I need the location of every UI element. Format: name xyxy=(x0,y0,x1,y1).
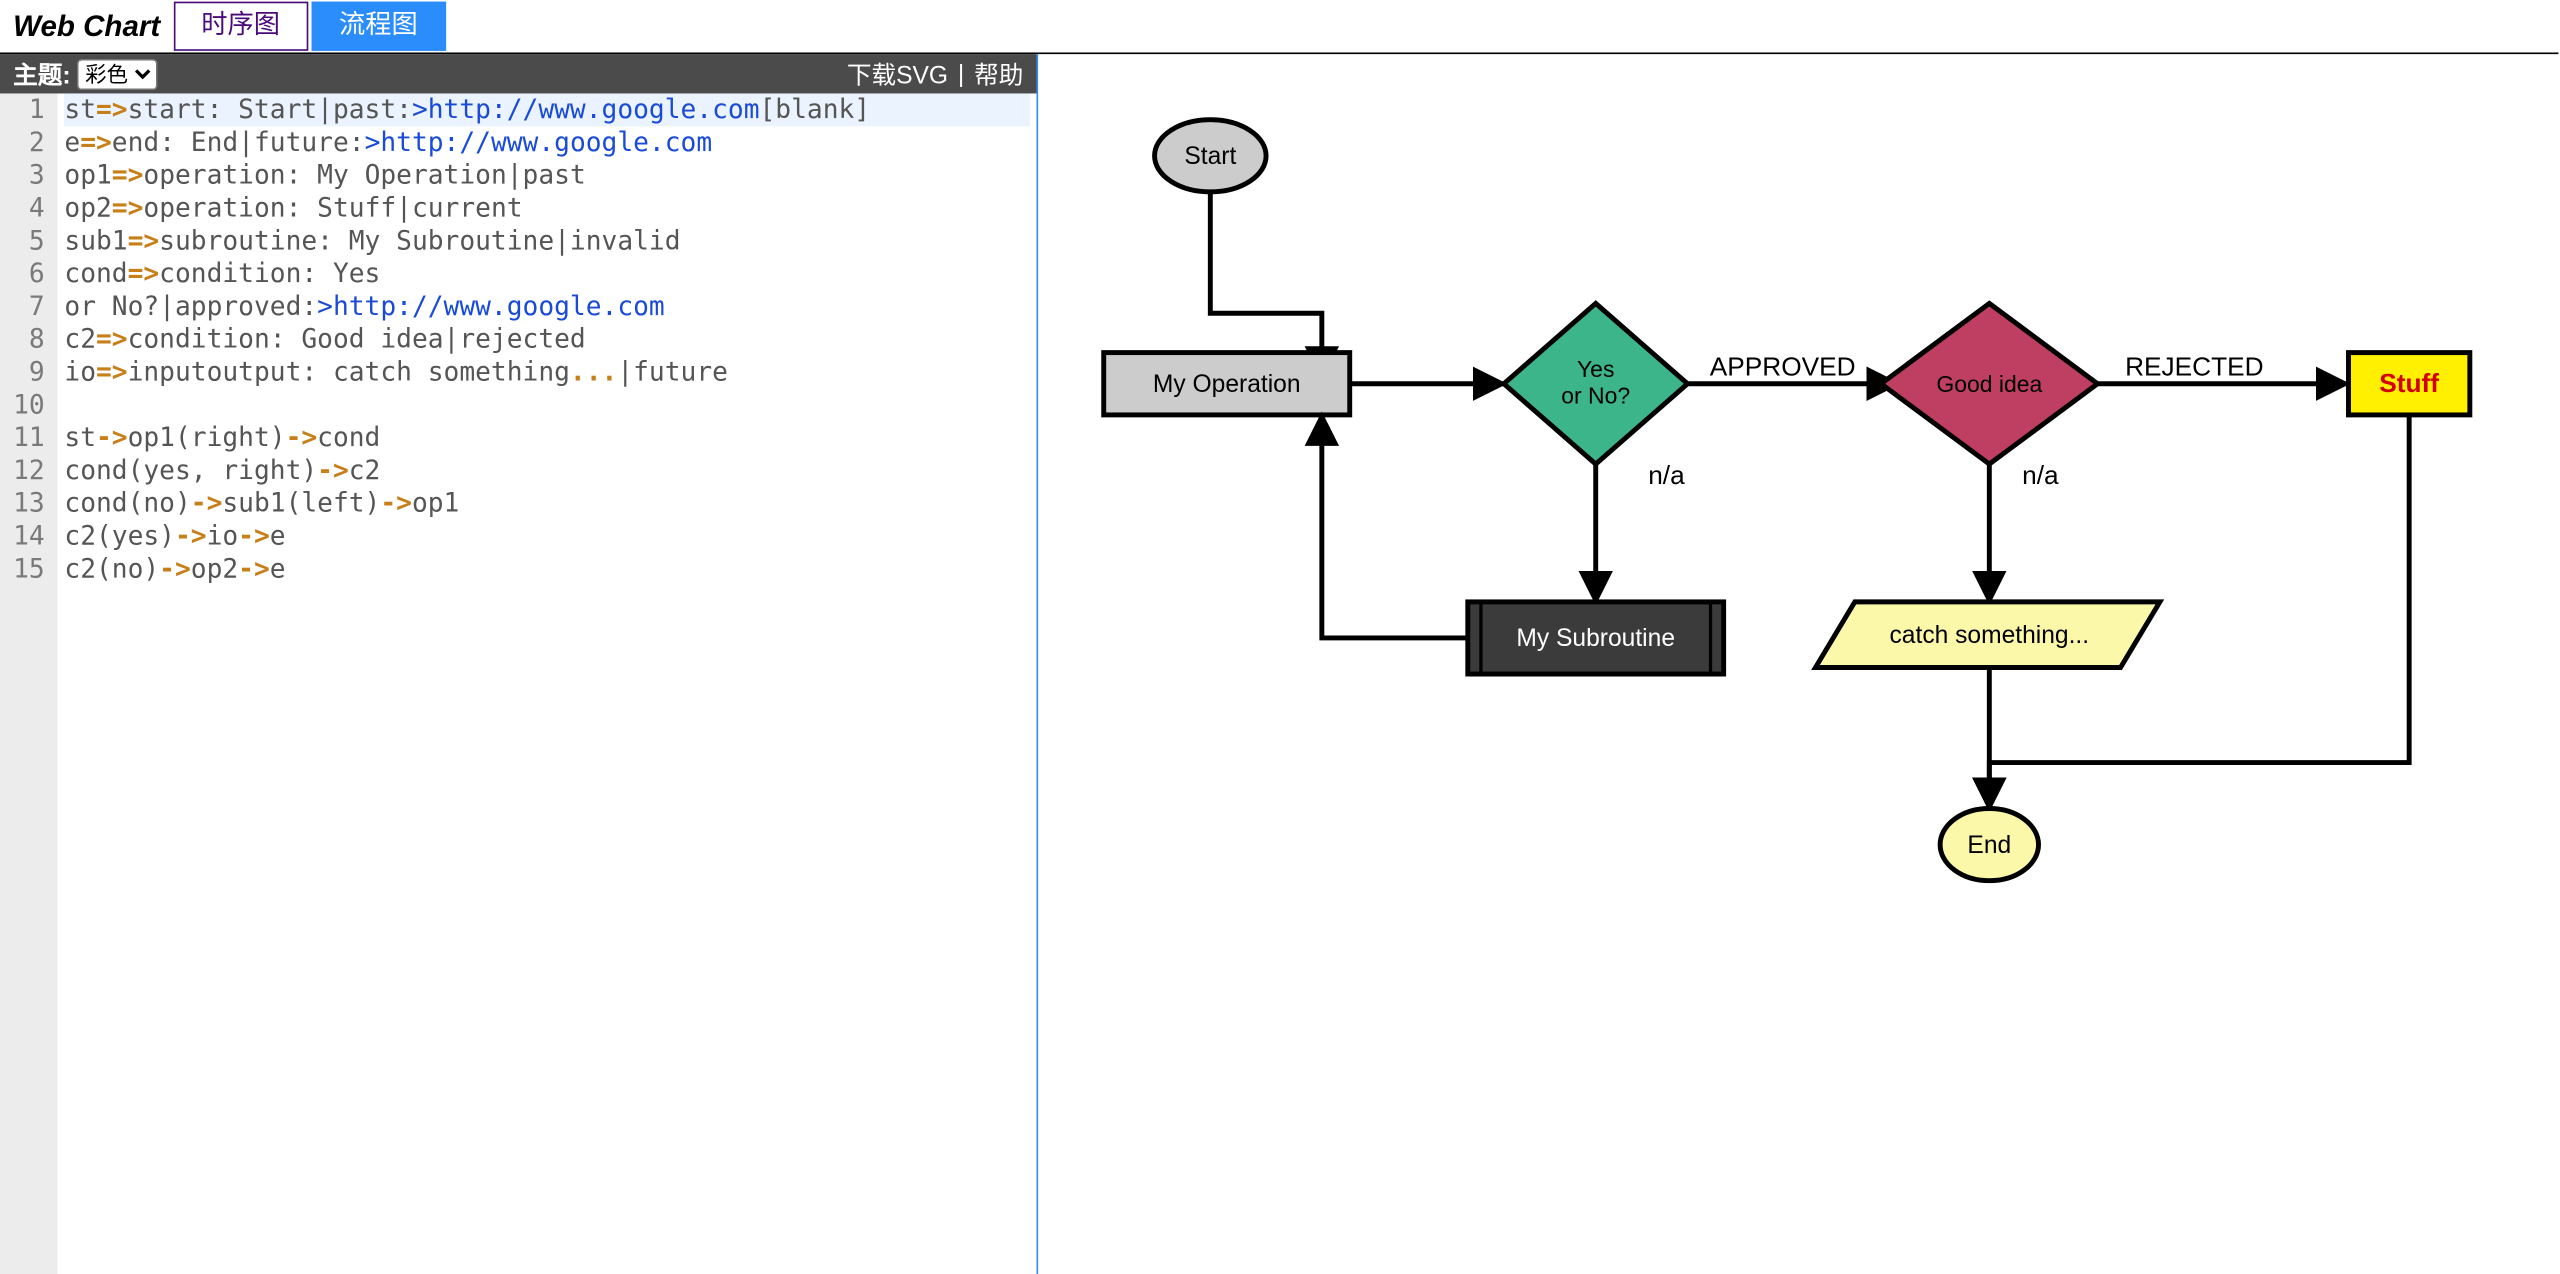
line-number-gutter: 123456789101112131415 xyxy=(0,93,58,1274)
theme-select[interactable]: 彩色 xyxy=(77,58,157,89)
svg-text:Yes: Yes xyxy=(1577,356,1614,382)
node-end[interactable]: End xyxy=(1940,809,2038,881)
topbar: Web Chart 时序图 流程图 xyxy=(0,0,2558,54)
edge-label-rejected: REJECTED xyxy=(2125,352,2263,382)
svg-text:or No?: or No? xyxy=(1561,382,1630,408)
svg-text:My Operation: My Operation xyxy=(1153,371,1301,398)
flowchart-canvas[interactable]: Start My Operation Yes or No? APPROVED xyxy=(1038,54,2558,1274)
edge-label-cond-no: n/a xyxy=(1648,460,1685,490)
edge-label-approved: APPROVED xyxy=(1710,352,1856,382)
theme-label: 主题: xyxy=(13,57,70,91)
editor-toolbar: 主题: 彩色 下载SVG | 帮助 xyxy=(0,54,1036,93)
node-cond[interactable]: Yes or No? xyxy=(1504,303,1688,464)
svg-text:catch something...: catch something... xyxy=(1890,622,2090,649)
code-editor[interactable]: 123456789101112131415 st=>start: Start|p… xyxy=(0,93,1036,1274)
editor-pane: 主题: 彩色 下载SVG | 帮助 123456789101112131415 … xyxy=(0,54,1038,1274)
node-io[interactable]: catch something... xyxy=(1815,602,2159,668)
node-c2[interactable]: Good idea xyxy=(1881,303,2097,464)
edge-start-op1 xyxy=(1210,192,1322,377)
svg-text:Stuff: Stuff xyxy=(2379,368,2439,398)
toolbar-separator: | xyxy=(958,60,964,88)
node-sub1[interactable]: My Subroutine xyxy=(1468,602,1724,674)
help-link[interactable]: 帮助 xyxy=(974,57,1023,91)
edge-label-c2-no: n/a xyxy=(2022,460,2059,490)
node-op2[interactable]: Stuff xyxy=(2348,353,2469,415)
tab-flowchart[interactable]: 流程图 xyxy=(311,2,446,51)
node-start[interactable]: Start xyxy=(1155,120,1267,192)
download-svg-link[interactable]: 下载SVG xyxy=(847,57,948,91)
svg-text:End: End xyxy=(1967,832,2011,859)
app-logo: Web Chart xyxy=(13,9,160,43)
svg-text:My Subroutine: My Subroutine xyxy=(1516,625,1675,652)
tab-sequence-diagram[interactable]: 时序图 xyxy=(173,2,308,51)
svg-text:Start: Start xyxy=(1184,143,1236,170)
node-op1[interactable]: My Operation xyxy=(1104,353,1350,415)
code-area[interactable]: st=>start: Start|past:>http://www.google… xyxy=(58,93,1037,1274)
svg-text:Good idea: Good idea xyxy=(1936,371,2042,397)
edge-sub1-op1 xyxy=(1322,415,1468,638)
